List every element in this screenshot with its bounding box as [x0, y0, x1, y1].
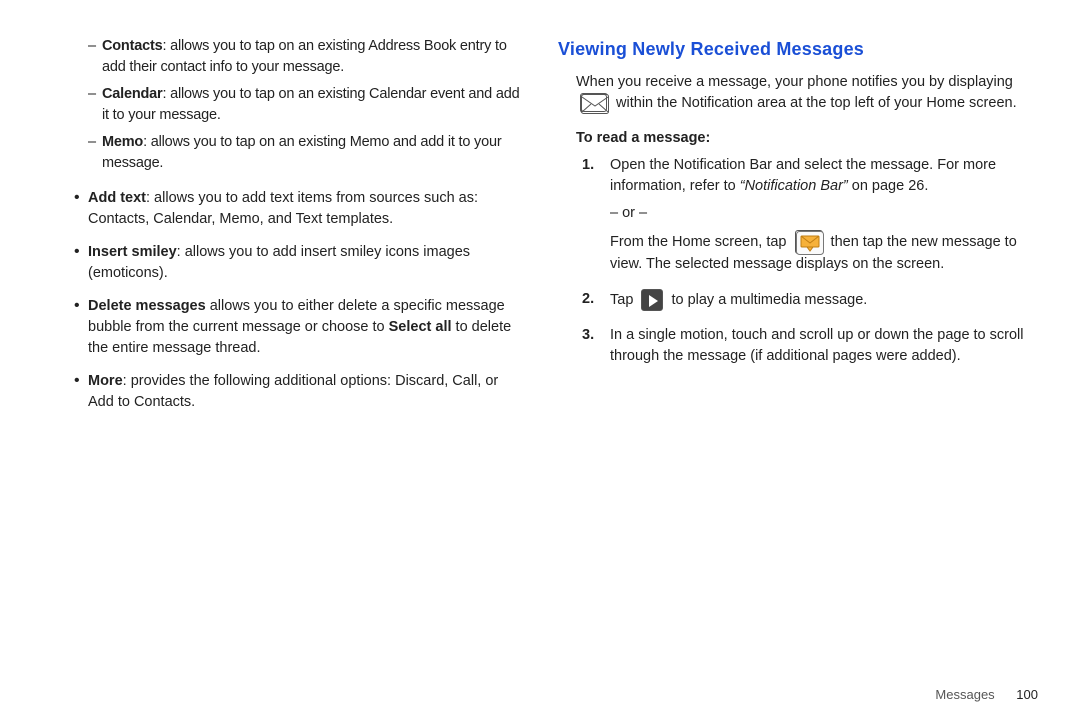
message-app-icon — [795, 230, 823, 254]
term-contacts: Contacts — [102, 38, 162, 54]
term-add-text: Add text — [88, 190, 146, 206]
text: : allows you to add text items from sour… — [88, 190, 478, 227]
text: : provides the following additional opti… — [88, 373, 498, 410]
list-item: Insert smiley: allows you to add insert … — [42, 242, 522, 284]
or-separator: – or – — [610, 203, 1038, 224]
step2-text-b: to play a multimedia message. — [671, 292, 867, 308]
step-2: 2. Tap to play a multimedia message. — [558, 289, 1038, 311]
bullet-list: Add text: allows you to add text items f… — [42, 188, 522, 413]
step1-text-c: From the Home screen, tap — [610, 234, 791, 250]
intro-pre: When you receive a message, your phone n… — [576, 74, 1013, 90]
list-item: Contacts: allows you to tap on an existi… — [42, 36, 522, 78]
list-item: Calendar: allows you to tap on an existi… — [42, 84, 522, 126]
dash-list: Contacts: allows you to tap on an existi… — [42, 36, 522, 174]
list-item: Delete messages allows you to either del… — [42, 296, 522, 359]
page-footer: Messages 100 — [935, 687, 1038, 702]
right-column: Viewing Newly Received Messages When you… — [558, 36, 1038, 425]
step1-text-b: on page 26. — [852, 178, 929, 194]
footer-section: Messages — [935, 687, 994, 702]
text: : allows you to tap on an existing Addre… — [102, 38, 507, 75]
list-item: Memo: allows you to tap on an existing M… — [42, 132, 522, 174]
term-calendar: Calendar — [102, 86, 162, 102]
left-column: Contacts: allows you to tap on an existi… — [42, 36, 522, 425]
envelope-icon — [580, 93, 608, 113]
list-item: Add text: allows you to add text items f… — [42, 188, 522, 230]
sub-heading: To read a message: — [558, 128, 1038, 149]
manual-page: Contacts: allows you to tap on an existi… — [0, 0, 1080, 720]
numbered-steps: 1. Open the Notification Bar and select … — [558, 155, 1038, 367]
two-column-layout: Contacts: allows you to tap on an existi… — [42, 36, 1038, 425]
intro-paragraph: When you receive a message, your phone n… — [558, 72, 1038, 114]
cross-reference: “Notification Bar” — [740, 178, 848, 194]
term-delete-messages: Delete messages — [88, 298, 206, 314]
step-number: 2. — [582, 289, 594, 310]
step-1: 1. Open the Notification Bar and select … — [558, 155, 1038, 275]
term-more: More — [88, 373, 123, 389]
step-number: 1. — [582, 155, 594, 176]
page-number: 100 — [1016, 687, 1038, 702]
section-heading: Viewing Newly Received Messages — [558, 36, 1038, 62]
term-select-all: Select all — [389, 319, 452, 335]
term-memo: Memo — [102, 134, 143, 150]
text: : allows you to tap on an existing Memo … — [102, 134, 501, 171]
step3-text: In a single motion, touch and scroll up … — [610, 327, 1024, 364]
term-insert-smiley: Insert smiley — [88, 244, 177, 260]
step-number: 3. — [582, 325, 594, 346]
step-3: 3. In a single motion, touch and scroll … — [558, 325, 1038, 367]
text: : allows you to tap on an existing Calen… — [102, 86, 519, 123]
step2-text-a: Tap — [610, 292, 637, 308]
list-item: More: provides the following additional … — [42, 371, 522, 413]
intro-post: within the Notification area at the top … — [616, 95, 1017, 111]
play-icon — [641, 289, 663, 311]
